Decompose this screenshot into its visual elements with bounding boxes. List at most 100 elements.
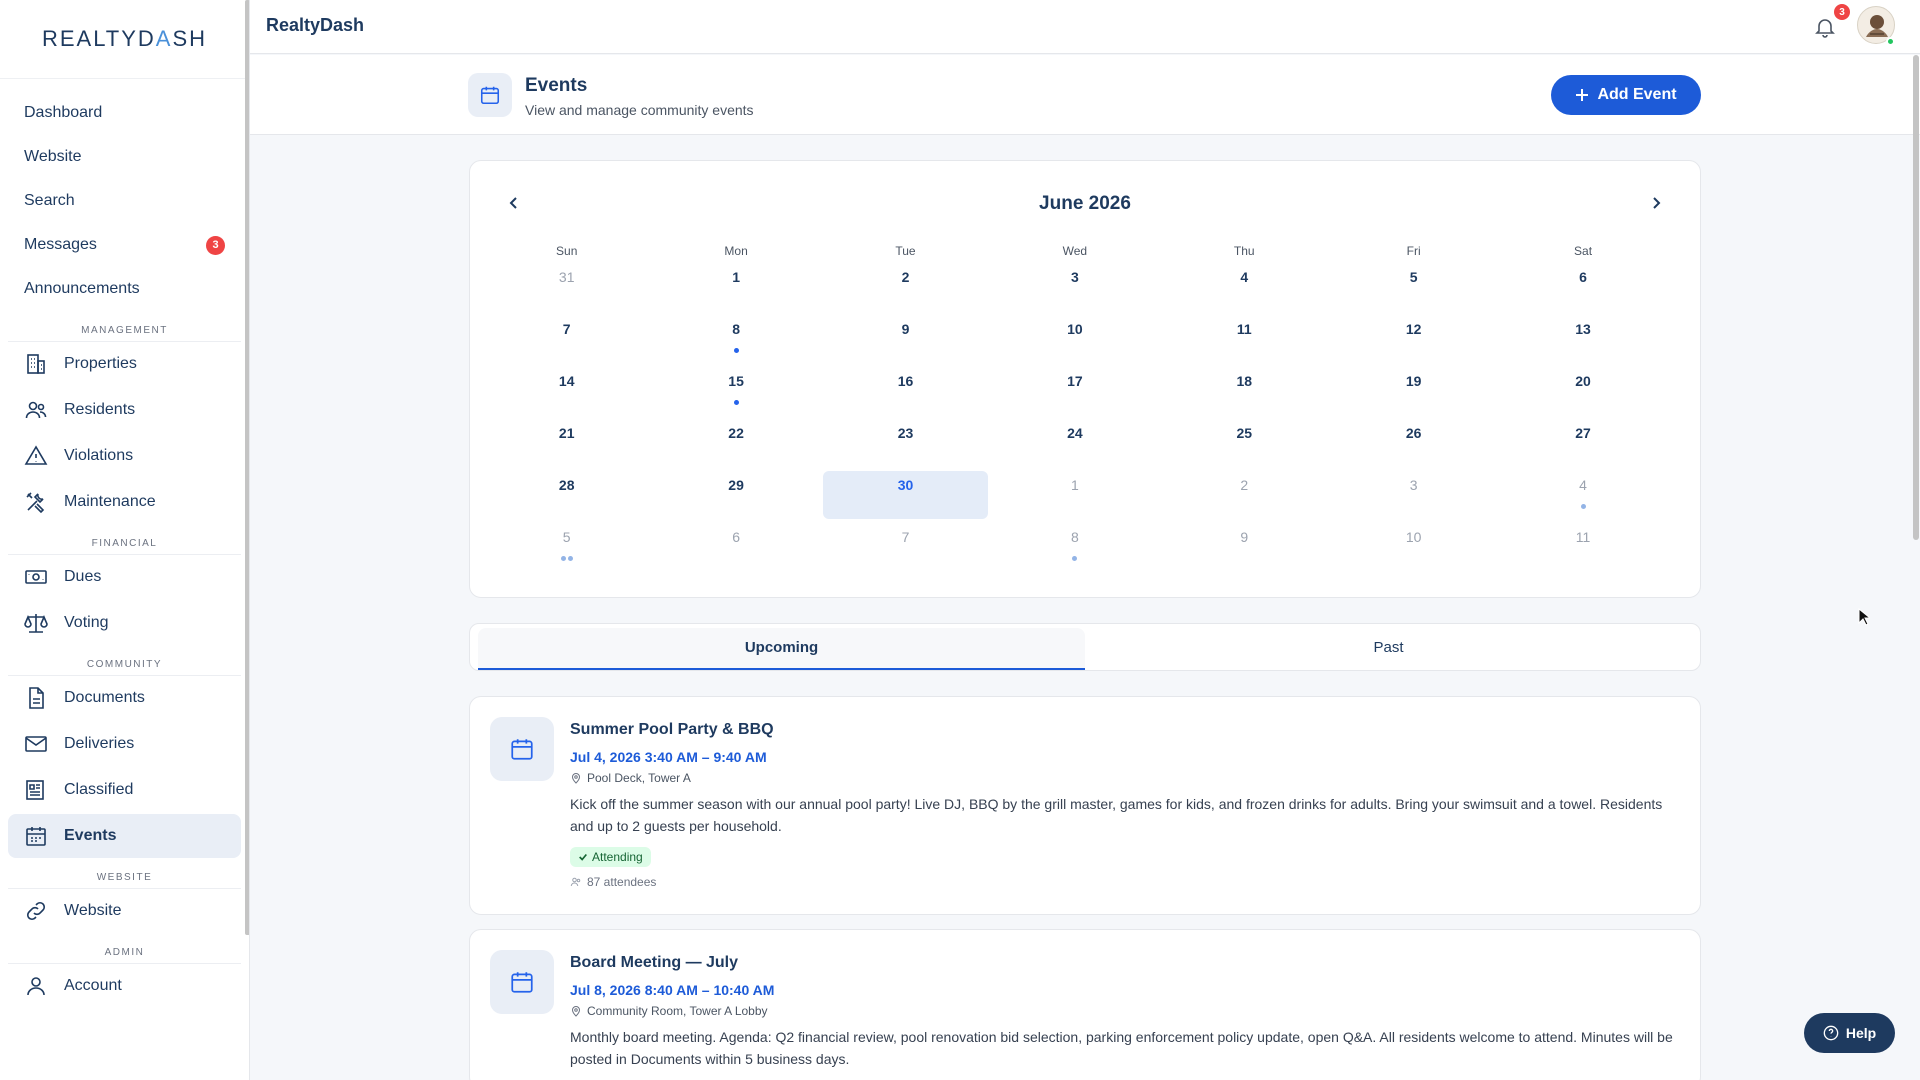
calendar-day[interactable]: 9	[821, 315, 990, 367]
sidebar-item-label: Documents	[64, 689, 145, 706]
calendar-day-number: 19	[1405, 373, 1422, 389]
calendar-day[interactable]: 1	[990, 471, 1159, 523]
next-month-button[interactable]	[1644, 191, 1668, 215]
sidebar-item-residents[interactable]: Residents	[8, 388, 241, 432]
calendar-day[interactable]: 2	[1160, 471, 1329, 523]
calendar-day-number: 6	[1579, 269, 1587, 285]
sidebar-item-classified[interactable]: Classified	[8, 768, 241, 812]
calendar-day[interactable]: 1	[651, 263, 820, 315]
calendar-day-number: 24	[1067, 425, 1083, 441]
calendar-day[interactable]: 21	[482, 419, 651, 471]
sidebar-item-label: Deliveries	[64, 735, 135, 752]
event-card[interactable]: Summer Pool Party & BBQ Jul 4, 2026 3:40…	[469, 696, 1701, 915]
calendar-day[interactable]: 5	[482, 523, 651, 575]
sidebar-item-violations[interactable]: Violations	[8, 434, 241, 478]
calendar-day[interactable]: 24	[990, 419, 1159, 471]
logo-text-prefix: REALTYD	[41, 26, 156, 51]
calendar-day[interactable]: 19	[1329, 367, 1498, 419]
calendar-day[interactable]: 4	[1160, 263, 1329, 315]
calendar-day[interactable]: 23	[821, 419, 990, 471]
calendar-day[interactable]: 25	[1160, 419, 1329, 471]
calendar-icon	[490, 717, 554, 781]
calendar-day[interactable]: 29	[651, 471, 820, 523]
calendar-day[interactable]: 12	[1329, 315, 1498, 367]
sidebar-item-website[interactable]: Website	[0, 135, 249, 179]
calendar-day[interactable]: 31	[482, 263, 651, 315]
calendar-day[interactable]: 5	[1329, 263, 1498, 315]
calendar-day[interactable]: 16	[821, 367, 990, 419]
calendar-day[interactable]: 2	[821, 263, 990, 315]
weekday-label: Sun	[556, 244, 578, 258]
help-button[interactable]: Help	[1804, 1013, 1895, 1053]
calendar-day[interactable]: 22	[651, 419, 820, 471]
calendar-day[interactable]: 8	[651, 315, 820, 367]
sidebar-item-properties[interactable]: Properties	[8, 342, 241, 386]
calendar-day[interactable]: 9	[1160, 523, 1329, 575]
calendar-days-grid: 31 1 2 3 4 5 6 7 8 9 10 11 12 13 14 15 16 17 18 19 20 21 22 23 2…	[473, 263, 1705, 575]
event-title[interactable]: Board Meeting — July	[570, 954, 1680, 972]
calendar-day-number: 5	[562, 529, 571, 545]
section-label-financial: FINANCIAL	[8, 538, 241, 555]
calendar-day[interactable]: 3	[1329, 471, 1498, 523]
main-scrollbar[interactable]	[1913, 55, 1919, 540]
sidebar-item-announcements[interactable]: Announcements	[0, 267, 249, 311]
sidebar-item-documents[interactable]: Documents	[8, 676, 241, 720]
calendar-day-number: 26	[1405, 425, 1422, 441]
mail-icon	[25, 736, 47, 752]
sidebar-item-deliveries[interactable]: Deliveries	[8, 722, 241, 766]
calendar-day[interactable]: 10	[990, 315, 1159, 367]
calendar-day-number: 14	[558, 373, 575, 389]
event-title[interactable]: Summer Pool Party & BBQ	[570, 721, 1680, 739]
calendar-day[interactable]: 10	[1329, 523, 1498, 575]
calendar-day[interactable]: 15	[651, 367, 820, 419]
sidebar-item-dues[interactable]: Dues	[8, 555, 241, 599]
sidebar-item-events[interactable]: Events	[8, 814, 241, 858]
calendar-day[interactable]: 4	[1498, 471, 1667, 523]
calendar-day[interactable]: 7	[821, 523, 990, 575]
sidebar-item-maintenance[interactable]: Maintenance	[8, 480, 241, 524]
sidebar-item-dashboard[interactable]: Dashboard	[0, 91, 249, 135]
calendar-day[interactable]: 26	[1329, 419, 1498, 471]
calendar-day[interactable]: 17	[990, 367, 1159, 419]
sidebar-item-voting[interactable]: Voting	[8, 601, 241, 645]
sidebar-scrollbar[interactable]	[245, 0, 249, 935]
calendar-day[interactable]: 11	[1160, 315, 1329, 367]
sidebar-item-account[interactable]: Account	[8, 964, 241, 1008]
sidebar-item-messages[interactable]: Messages 3	[0, 223, 249, 267]
weekday-label: Sat	[1574, 244, 1593, 258]
brand-logo[interactable]: REALTYDASH	[0, 0, 249, 79]
sidebar-item-label: Maintenance	[64, 493, 156, 510]
attending-badge: Attending	[570, 847, 651, 867]
calendar-day[interactable]: 28	[482, 471, 651, 523]
logo-text-suffix: SH	[172, 26, 208, 51]
calendar-day-number: 4	[1579, 477, 1587, 493]
calendar-day-number: 12	[1405, 321, 1422, 337]
sidebar-item-search[interactable]: Search	[0, 179, 249, 223]
calendar: June 2026 Sun Mon Tue Wed Thu Fri Sat 31 1 2 3 4 5 6…	[469, 160, 1701, 598]
tools-icon	[26, 492, 45, 514]
calendar-day[interactable]: 27	[1498, 419, 1667, 471]
event-indicator	[651, 400, 820, 405]
calendar-day[interactable]: 20	[1498, 367, 1667, 419]
calendar-weekday-header: Sun Mon Tue Wed Thu Fri Sat	[473, 239, 1705, 263]
tab-past[interactable]: Past	[1085, 628, 1692, 670]
calendar-day[interactable]: 7	[482, 315, 651, 367]
calendar-day[interactable]: 6	[651, 523, 820, 575]
event-indicator	[651, 348, 820, 353]
calendar-day[interactable]: 6	[1498, 263, 1667, 315]
sidebar-item-website-settings[interactable]: Website	[8, 889, 241, 933]
calendar-day[interactable]: 13	[1498, 315, 1667, 367]
calendar-day[interactable]: 8	[990, 523, 1159, 575]
calendar-day[interactable]: 11	[1498, 523, 1667, 575]
section-label-website: WEBSITE	[8, 872, 241, 889]
calendar-day[interactable]: 14	[482, 367, 651, 419]
calendar-day-number: 4	[1240, 269, 1249, 285]
event-card[interactable]: Board Meeting — July Jul 8, 2026 8:40 AM…	[469, 929, 1701, 1080]
add-event-button[interactable]: Add Event	[1551, 75, 1701, 115]
event-dot	[567, 556, 573, 561]
tab-upcoming[interactable]: Upcoming	[478, 628, 1085, 670]
bell-icon[interactable]	[1813, 15, 1837, 39]
calendar-day[interactable]: 3	[990, 263, 1159, 315]
calendar-day[interactable]: 18	[1160, 367, 1329, 419]
calendar-day-today[interactable]: 30	[821, 471, 990, 523]
